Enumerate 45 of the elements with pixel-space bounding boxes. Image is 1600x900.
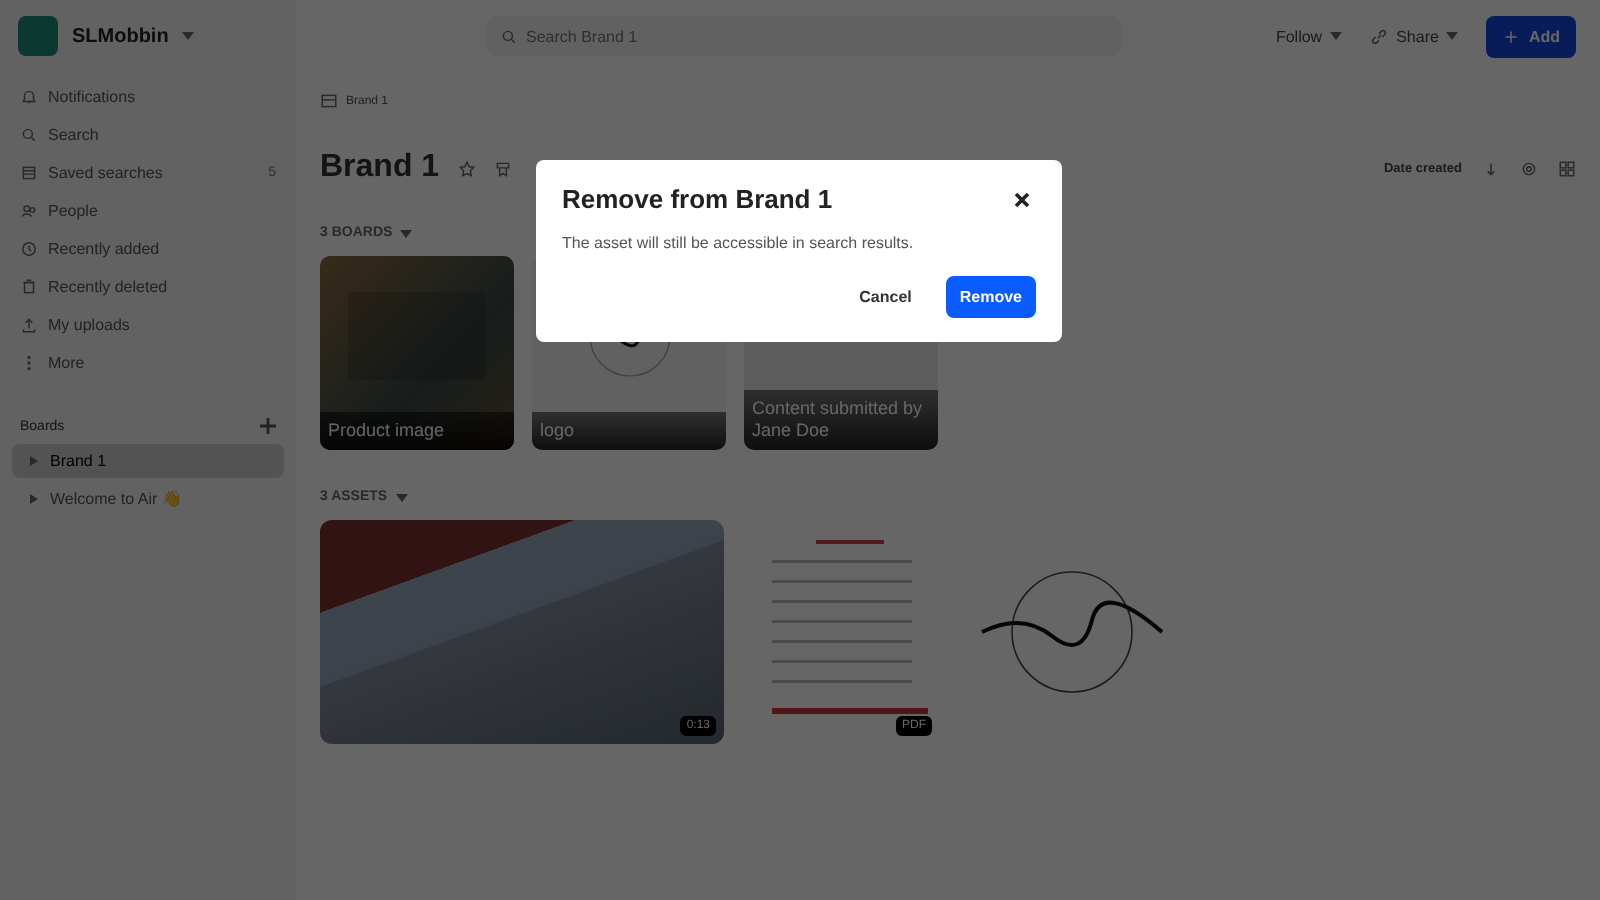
follow-button[interactable]: Follow (1275, 27, 1343, 45)
board-item[interactable]: Welcome to Air 👋 (12, 482, 284, 516)
search-icon (500, 27, 518, 45)
close-icon (1014, 191, 1030, 207)
sidebar-item[interactable]: My uploads (12, 308, 284, 342)
sidebar-item[interactable]: People (12, 194, 284, 228)
caret-icon (395, 493, 408, 501)
board-icon (320, 92, 338, 110)
grid-icon[interactable] (1558, 159, 1576, 177)
upload-icon (20, 316, 38, 334)
add-button[interactable]: Add (1486, 15, 1576, 57)
plus-icon (1502, 27, 1521, 45)
link-icon (1370, 27, 1389, 45)
trash-icon (20, 278, 38, 296)
caret-icon (182, 32, 195, 40)
share-button[interactable]: Share (1370, 27, 1459, 45)
people-icon (20, 202, 38, 220)
clock-icon (20, 240, 38, 258)
list-icon (20, 164, 38, 182)
board-card[interactable]: Product image (320, 256, 514, 450)
sidebar-item[interactable]: Notifications (12, 80, 284, 114)
cancel-button[interactable]: Cancel (845, 276, 926, 318)
dialog-message: The asset will still be accessible in search results. (562, 234, 916, 252)
dialog-title: Remove from Brand 1 (562, 184, 833, 214)
sidebar-item[interactable]: More (12, 346, 284, 380)
search-icon (20, 126, 38, 144)
settings-icon[interactable] (1520, 159, 1538, 177)
star-icon[interactable] (457, 159, 476, 177)
caret-icon (1446, 32, 1459, 40)
sidebar-item[interactable]: Recently added (12, 232, 284, 266)
bookmark-icon[interactable] (493, 159, 512, 177)
expand-arrow-icon[interactable] (28, 494, 38, 504)
arrow-down-icon[interactable] (1482, 159, 1500, 177)
page-title: Brand 1 (320, 150, 440, 186)
caret-icon (400, 229, 413, 237)
sidebar-item[interactable]: Recently deleted (12, 270, 284, 304)
sidebar-item[interactable]: Search (12, 118, 284, 152)
bell-icon (20, 88, 38, 106)
expand-arrow-icon[interactable] (28, 456, 38, 466)
remove-button[interactable]: Remove (945, 276, 1036, 318)
workspace-name[interactable]: SLMobbin (72, 25, 169, 47)
caret-icon (1330, 32, 1343, 40)
workspace-logo[interactable] (18, 16, 58, 56)
plus-icon[interactable] (260, 418, 276, 434)
board-item[interactable]: Brand 1 (12, 444, 284, 478)
